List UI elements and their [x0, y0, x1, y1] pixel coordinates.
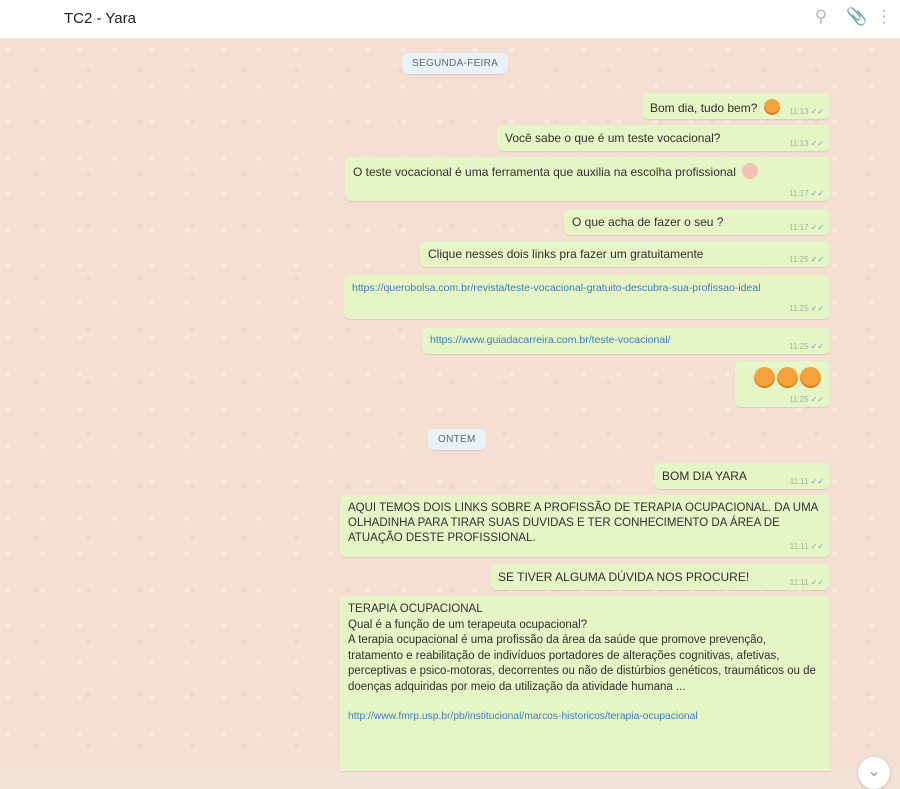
chat-header: TC2 - Yara ⚲ 📎 ⋮	[0, 0, 900, 39]
emoji-message-bubble[interactable]: 11:25 ✓✓	[735, 361, 830, 407]
message-link[interactable]: https://www.guiadacarreira.com.br/teste-…	[430, 334, 670, 346]
message-time: 11:17 ✓✓	[789, 223, 824, 232]
message-bubble[interactable]: Bom dia, tudo bem? 11:13 ✓✓	[642, 93, 830, 119]
message-time: 11:11 ✓✓	[789, 578, 824, 587]
message-time: 11:25 ✓✓	[789, 395, 824, 404]
message-text: BOM DIA YARA	[662, 469, 747, 483]
hand-emoji-icon	[742, 163, 759, 179]
day-divider-yesterday: ONTEM	[428, 429, 486, 450]
message-bubble[interactable]: O que acha de fazer o seu ? 11:17 ✓✓	[564, 209, 830, 235]
message-link[interactable]: http://www.fmrp.usp.br/pb/institucional/…	[348, 709, 822, 725]
message-bubble[interactable]: SE TIVER ALGUMA DÚVIDA NOS PROCURE! 11:1…	[490, 564, 830, 590]
message-body: A terapia ocupacional é uma profissão da…	[348, 634, 816, 693]
message-time: 11:25 ✓✓	[789, 304, 824, 313]
long-message-bubble[interactable]: TERAPIA OCUPACIONAL Qual é a função de u…	[340, 596, 830, 771]
paperclip-icon[interactable]: 📎	[846, 7, 867, 27]
message-bubble[interactable]: https://querobolsa.com.br/revista/teste-…	[344, 275, 830, 319]
chat-panel[interactable]: SEGUNDA-FEIRA Bom dia, tudo bem? 11:13 ✓✓…	[0, 39, 900, 789]
message-time: 11:13 ✓✓	[789, 107, 824, 116]
laughing-emoji-icon	[754, 367, 775, 388]
message-heading: TERAPIA OCUPACIONAL	[348, 603, 483, 615]
day-divider-monday: SEGUNDA-FEIRA	[402, 53, 509, 74]
message-time: 11:17 ✓✓	[789, 189, 824, 198]
message-bubble[interactable]: AQUI TEMOS DOIS LINKS SOBRE A PROFISSÃO …	[340, 495, 830, 557]
message-bubble[interactable]: https://www.guiadacarreira.com.br/teste-…	[422, 328, 830, 354]
smile-emoji-icon	[763, 99, 780, 115]
message-bubble[interactable]: Clique nesses dois links pra fazer um gr…	[420, 241, 830, 267]
chat-title[interactable]: TC2 - Yara	[64, 10, 136, 27]
laughing-emoji-icon	[777, 367, 798, 388]
chevron-down-icon[interactable]: ⌄	[858, 757, 890, 789]
message-text: Você sabe o que é um teste vocacional?	[505, 131, 721, 145]
message-text: Bom dia, tudo bem?	[650, 101, 758, 115]
message-question: Qual é a função de um terapeuta ocupacio…	[348, 618, 588, 631]
message-text: Clique nesses dois links pra fazer um gr…	[428, 247, 704, 261]
message-bubble[interactable]: O teste vocacional é uma ferramenta que …	[345, 157, 830, 201]
message-bubble[interactable]: BOM DIA YARA 11:11 ✓✓	[654, 463, 830, 489]
laughing-emoji-icon	[800, 367, 821, 388]
message-text: O teste vocacional é uma ferramenta que …	[353, 165, 736, 179]
message-link[interactable]: https://querobolsa.com.br/revista/teste-…	[352, 282, 761, 294]
message-bubble[interactable]: Você sabe o que é um teste vocacional? 1…	[497, 125, 830, 151]
message-text: SE TIVER ALGUMA DÚVIDA NOS PROCURE!	[498, 570, 750, 584]
search-icon[interactable]: ⚲	[811, 7, 831, 27]
message-text: AQUI TEMOS DOIS LINKS SOBRE A PROFISSÃO …	[348, 502, 818, 544]
message-time: 11:11 ✓✓	[789, 542, 824, 551]
message-time: 11:11 ✓✓	[789, 477, 824, 486]
more-vert-icon[interactable]: ⋮	[874, 7, 894, 27]
message-time: 11:25 ✓✓	[789, 342, 824, 351]
message-text: O que acha de fazer o seu ?	[572, 215, 724, 229]
message-time: 11:13 ✓✓	[789, 139, 824, 148]
message-time: 11:25 ✓✓	[789, 255, 824, 264]
